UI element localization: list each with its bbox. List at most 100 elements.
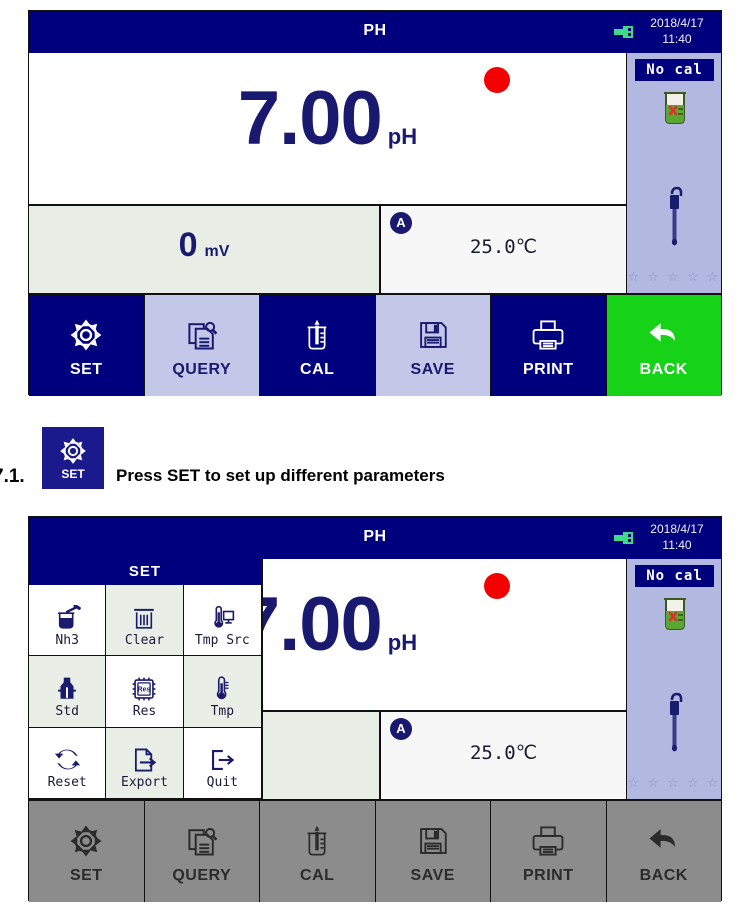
toolbar-label-set: SET xyxy=(69,361,103,378)
toolbar-button-cal-disabled[interactable]: CAL xyxy=(260,801,376,902)
back-arrow-icon xyxy=(647,818,681,864)
printer-icon xyxy=(531,818,565,864)
set-item-quit[interactable]: Quit xyxy=(183,727,261,799)
toolbar-button-print-disabled[interactable]: PRINT xyxy=(491,801,607,902)
toolbar-label-back-disabled: BACK xyxy=(639,867,688,884)
refresh-cycle-icon xyxy=(54,735,81,773)
clock-2: 2018/4/17 11:40 xyxy=(639,521,715,553)
bottom-toolbar: SET QUERY CAL SAVE PRINT BACK xyxy=(29,293,721,396)
title-bar: PH 2018/4/17 11:40 xyxy=(29,11,721,53)
calibration-stars-2: ☆ ☆ ☆ ☆ ☆ xyxy=(627,776,721,791)
toolbar-label-cal: CAL xyxy=(300,361,335,378)
primary-reading-panel: 7.00 pH xyxy=(29,53,626,206)
cal-status-badge: No cal xyxy=(635,59,714,81)
toolbar-button-save-disabled[interactable]: SAVE xyxy=(375,801,491,902)
printer-icon xyxy=(531,312,565,358)
clock: 2018/4/17 11:40 xyxy=(639,15,715,47)
file-export-icon xyxy=(131,735,157,773)
trash-bin-icon xyxy=(131,593,157,631)
usb-plug-icon xyxy=(613,531,635,545)
set-label-clear: Clear xyxy=(124,632,165,648)
set-item-reset[interactable]: Reset xyxy=(29,727,107,799)
calibration-stars: ☆ ☆ ☆ ☆ ☆ xyxy=(627,270,721,285)
set-menu-grid: Nh3 Clear Tmp Src Std Res Res Tmp Reset … xyxy=(29,585,261,799)
device-screen-set-menu: PH 2018/4/17 11:40 No cal ☆ ☆ ☆ ☆ ☆ 7.00… xyxy=(28,516,722,902)
beaker-pipette-icon xyxy=(300,818,334,864)
toolbar-button-set-disabled[interactable]: SET xyxy=(29,801,145,902)
toolbar-label-save-disabled: SAVE xyxy=(410,867,455,884)
status-rail: No cal ☆ ☆ ☆ ☆ ☆ xyxy=(626,53,721,293)
ph-value-unit: pH xyxy=(387,124,418,149)
toolbar-label-cal-disabled: CAL xyxy=(300,867,335,884)
beaker-pipette-icon xyxy=(53,593,81,631)
title-bar-2: PH 2018/4/17 11:40 xyxy=(29,517,721,559)
mv-panel: 0 mV xyxy=(29,206,381,293)
gear-icon xyxy=(60,437,86,464)
set-label-tmp-src: Tmp Src xyxy=(194,632,250,648)
svg-text:Res: Res xyxy=(138,686,151,693)
toolbar-label-save: SAVE xyxy=(410,361,455,378)
usb-plug-icon xyxy=(613,25,635,39)
exit-arrow-icon xyxy=(209,735,235,773)
set-item-nh3[interactable]: Nh3 xyxy=(29,585,107,657)
ph-value-number: 7.00 xyxy=(237,76,383,161)
set-label-export: Export xyxy=(121,775,168,791)
caption-set-button: SET xyxy=(42,427,104,489)
set-item-tmp-src[interactable]: Tmp Src xyxy=(183,585,261,657)
mv-unit: mV xyxy=(204,243,230,260)
buffer-bottle-icon xyxy=(54,664,80,702)
secondary-row: 0 mV A 25.0℃ xyxy=(29,206,626,293)
set-label-reset: Reset xyxy=(47,775,87,791)
toolbar-button-cal[interactable]: CAL xyxy=(260,295,376,396)
documents-search-icon xyxy=(184,312,220,358)
toolbar-button-print[interactable]: PRINT xyxy=(491,295,607,396)
set-item-tmp[interactable]: Tmp xyxy=(183,656,261,728)
floppy-disk-icon xyxy=(416,312,450,358)
cal-status-badge-2: No cal xyxy=(635,565,714,587)
auto-temp-badge: A xyxy=(390,212,412,234)
set-label-nh3: Nh3 xyxy=(55,632,79,648)
set-item-clear[interactable]: Clear xyxy=(106,585,184,657)
temperature-panel-2: A 25.0℃ xyxy=(381,712,626,799)
caption-set-label: SET xyxy=(61,466,85,481)
temperature-panel: A 25.0℃ xyxy=(381,206,626,293)
set-label-std: Std xyxy=(55,703,79,719)
ph-value-unit-2: pH xyxy=(387,630,418,655)
screen-body: No cal ☆ ☆ ☆ ☆ ☆ 7.00 pH 0 mV A 25.0℃ SE… xyxy=(29,53,721,396)
beaker-no-cal-icon xyxy=(660,597,690,636)
back-arrow-icon xyxy=(647,312,681,358)
toolbar-button-back-disabled[interactable]: BACK xyxy=(606,801,721,902)
clock-date: 2018/4/17 xyxy=(650,16,704,30)
toolbar-button-set[interactable]: SET xyxy=(29,295,145,396)
beaker-pipette-icon xyxy=(300,312,334,358)
auto-temp-badge-2: A xyxy=(390,718,412,740)
toolbar-button-back[interactable]: BACK xyxy=(606,295,721,396)
toolbar-button-query[interactable]: QUERY xyxy=(144,295,260,396)
toolbar-label-set-disabled: SET xyxy=(69,867,103,884)
gear-icon xyxy=(68,818,104,864)
toolbar-button-save[interactable]: SAVE xyxy=(375,295,491,396)
set-item-export[interactable]: Export xyxy=(106,727,184,799)
toolbar-button-query-disabled[interactable]: QUERY xyxy=(144,801,260,902)
toolbar-label-print: PRINT xyxy=(523,361,574,378)
temperature-value-2: 25.0℃ xyxy=(469,742,538,764)
mv-reading: 0 mV xyxy=(29,228,379,269)
floppy-disk-icon xyxy=(416,818,450,864)
set-item-res[interactable]: Res Res xyxy=(106,656,184,728)
beaker-no-cal-icon xyxy=(660,91,690,130)
ph-electrode-icon xyxy=(665,692,685,759)
ph-value: 7.00 pH xyxy=(29,81,626,175)
set-item-std[interactable]: Std xyxy=(29,656,107,728)
documents-search-icon xyxy=(184,818,220,864)
set-menu-panel: SET Nh3 Clear Tmp Src Std Res Res Tmp Re… xyxy=(29,559,263,799)
bottom-toolbar-disabled: SET QUERY CAL SAVE PRINT BACK xyxy=(29,799,721,902)
set-menu-title: SET xyxy=(29,559,261,585)
set-label-quit: Quit xyxy=(206,775,238,791)
set-label-res: Res xyxy=(132,703,157,719)
gear-icon xyxy=(68,312,104,358)
temperature-value: 25.0℃ xyxy=(469,236,538,258)
thermometer-icon xyxy=(211,664,233,702)
toolbar-label-query-disabled: QUERY xyxy=(172,867,232,884)
toolbar-label-print-disabled: PRINT xyxy=(523,867,574,884)
device-screen-main: PH 2018/4/17 11:40 No cal ☆ ☆ ☆ ☆ ☆ 7.00… xyxy=(28,10,722,396)
